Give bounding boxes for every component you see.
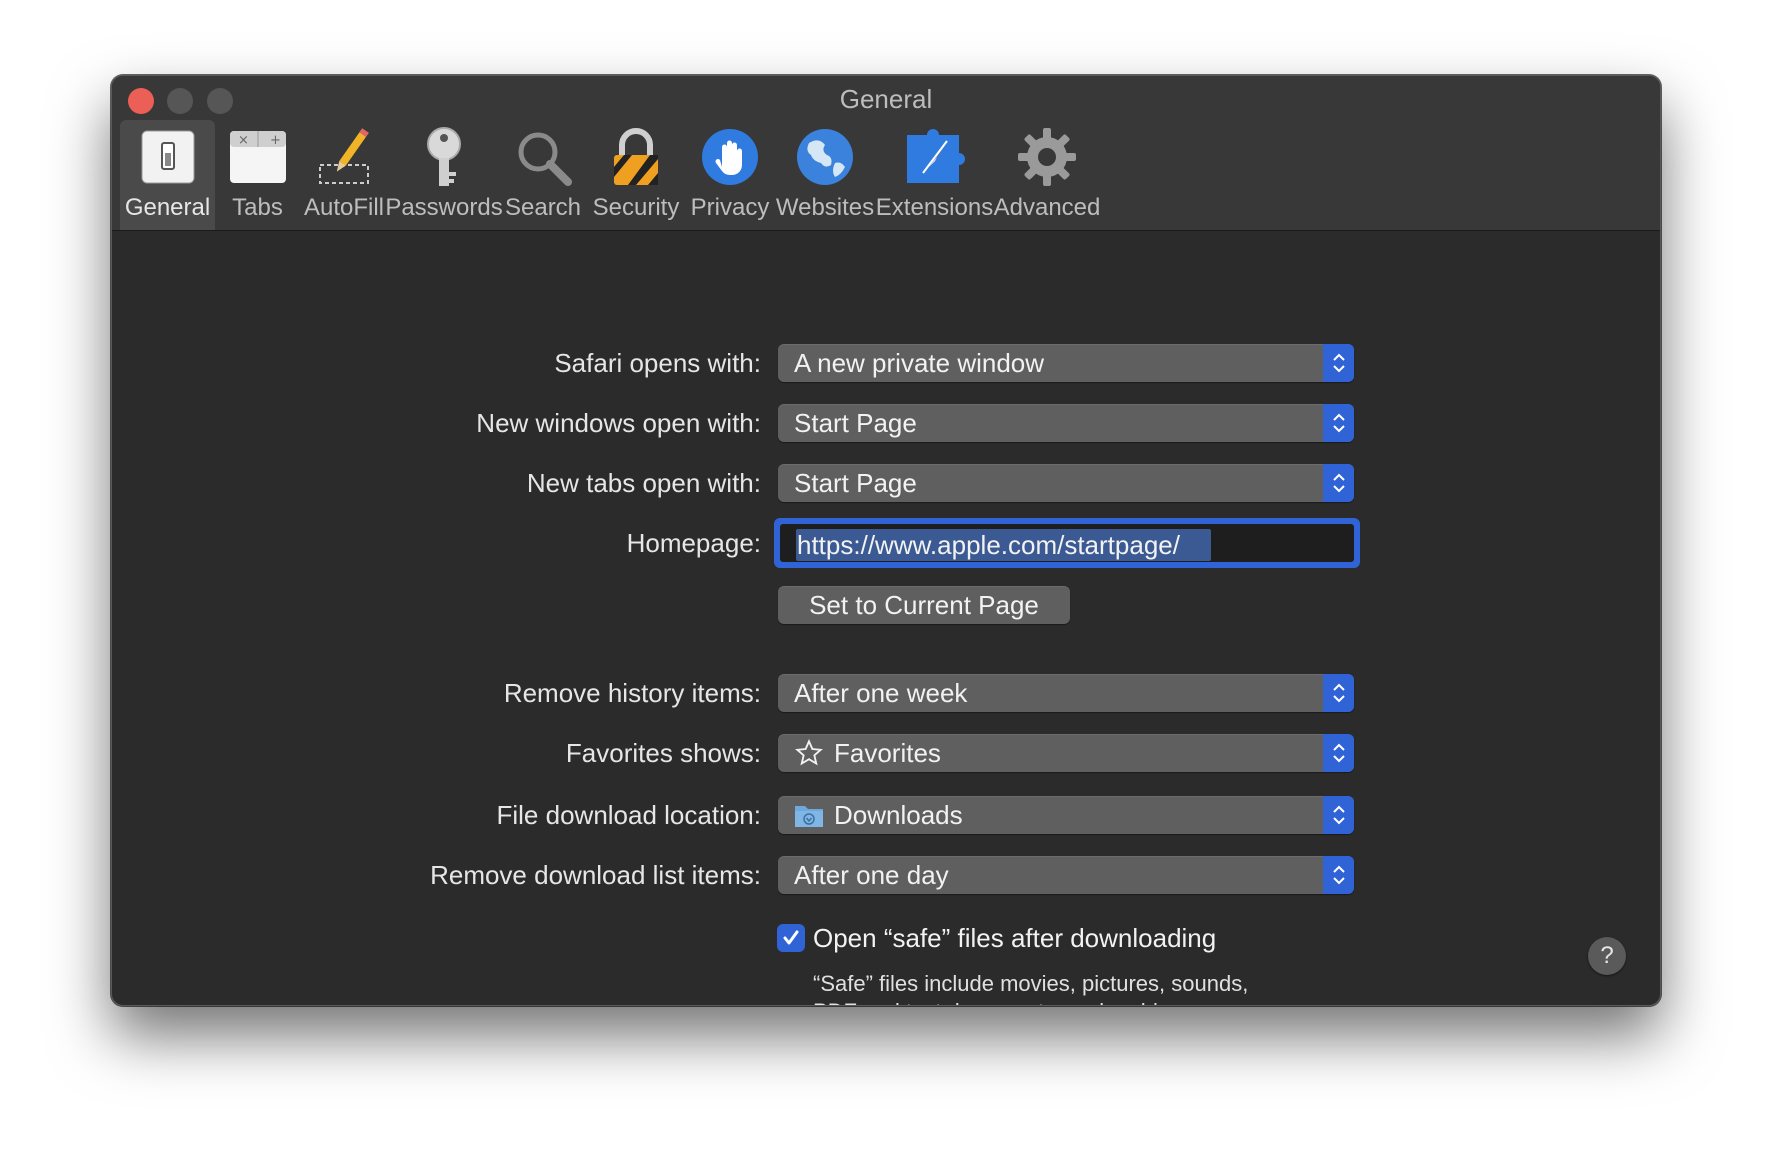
open-safe-label[interactable]: Open “safe” files after downloading	[813, 920, 1216, 956]
tab-privacy-label: Privacy	[690, 194, 770, 221]
chevron-updown-icon	[1323, 674, 1354, 712]
homepage-row: Homepage: https://www.apple.com/startpag…	[112, 518, 1660, 568]
favorites-popup[interactable]: Favorites	[778, 734, 1354, 772]
set-to-current-page-button[interactable]: Set to Current Page	[778, 586, 1070, 624]
chevron-updown-icon	[1323, 734, 1354, 772]
remove-download-label: Remove download list items:	[430, 860, 761, 890]
new-windows-label: New windows open with:	[476, 408, 761, 438]
remove-download-row: Remove download list items: After one da…	[112, 856, 1660, 894]
remove-download-value: After one day	[794, 860, 949, 890]
tab-general-label: General	[124, 194, 211, 221]
download-location-row: File download location: Downloads	[112, 796, 1660, 834]
general-switch-icon	[136, 126, 200, 188]
set-current-row: Set to Current Page	[112, 586, 1660, 624]
hand-icon	[698, 126, 762, 188]
remove-history-popup[interactable]: After one week	[778, 674, 1354, 712]
tab-websites-label: Websites	[775, 194, 875, 221]
svg-text:×: ×	[238, 133, 249, 148]
tab-tabs-label: Tabs	[232, 194, 283, 221]
globe-icon	[793, 126, 857, 188]
tab-security-label: Security	[592, 194, 680, 221]
new-tabs-popup[interactable]: Start Page	[778, 464, 1354, 502]
remove-history-value: After one week	[794, 678, 968, 708]
remove-history-label: Remove history items:	[503, 678, 761, 708]
svg-text:+: +	[270, 133, 281, 148]
homepage-value: https://www.apple.com/startpage/	[797, 530, 1180, 560]
preferences-window: General General × + Tabs AutoFill Passwo…	[111, 75, 1661, 1006]
homepage-label: Homepage:	[626, 528, 761, 558]
padlock-icon	[604, 126, 668, 188]
pencil-icon	[312, 126, 376, 188]
new-windows-popup[interactable]: Start Page	[778, 404, 1354, 442]
download-location-value: Downloads	[834, 800, 963, 830]
favorites-value: Favorites	[834, 738, 941, 768]
chevron-updown-icon	[1323, 856, 1354, 894]
tab-security[interactable]: Security	[586, 120, 686, 230]
safari-opens-row: Safari opens with: A new private window	[112, 344, 1660, 382]
tab-general[interactable]: General	[120, 120, 215, 230]
favorites-row: Favorites shows: Favorites	[112, 734, 1660, 772]
tab-extensions-label: Extensions	[875, 194, 994, 221]
favorites-label: Favorites shows:	[565, 738, 761, 768]
tab-search-label: Search	[504, 194, 582, 221]
chevron-updown-icon	[1323, 464, 1354, 502]
download-location-label: File download location:	[496, 800, 762, 830]
gear-icon	[1015, 126, 1079, 188]
tab-privacy[interactable]: Privacy	[686, 120, 774, 230]
tab-autofill[interactable]: AutoFill	[300, 120, 388, 230]
checkmark-icon	[783, 930, 799, 945]
new-windows-row: New windows open with: Start Page	[112, 404, 1660, 442]
tab-search[interactable]: Search	[500, 120, 586, 230]
tab-advanced[interactable]: Advanced	[993, 120, 1101, 230]
open-safe-row: Open “safe” files after downloading “Saf…	[112, 920, 1660, 1005]
tab-passwords-label: Passwords	[385, 194, 503, 221]
star-icon	[794, 738, 824, 768]
magnifying-glass-icon	[511, 126, 575, 188]
tab-extensions[interactable]: Extensions	[876, 120, 993, 230]
tabs-icon: × +	[226, 126, 290, 188]
tab-websites[interactable]: Websites	[774, 120, 876, 230]
new-tabs-label: New tabs open with:	[526, 468, 761, 498]
chevron-updown-icon	[1323, 796, 1354, 834]
remove-download-popup[interactable]: After one day	[778, 856, 1354, 894]
remove-history-row: Remove history items: After one week	[112, 674, 1660, 712]
safari-opens-value: A new private window	[794, 348, 1045, 378]
safari-opens-label: Safari opens with:	[554, 348, 761, 378]
tab-passwords[interactable]: Passwords	[385, 120, 503, 230]
title-bar: General General × + Tabs AutoFill Passwo…	[112, 76, 1660, 231]
new-tabs-row: New tabs open with: Start Page	[112, 464, 1660, 502]
new-windows-value: Start Page	[794, 408, 917, 438]
safari-opens-popup[interactable]: A new private window	[778, 344, 1354, 382]
preferences-toolbar: General × + Tabs AutoFill Passwords Sear…	[120, 120, 1101, 230]
download-location-popup[interactable]: Downloads	[778, 796, 1354, 834]
general-pane: Safari opens with: A new private window …	[112, 232, 1660, 1005]
key-icon	[412, 126, 476, 188]
chevron-updown-icon	[1323, 404, 1354, 442]
help-button[interactable]: ?	[1588, 937, 1626, 975]
tab-advanced-label: Advanced	[993, 194, 1101, 221]
safe-files-note: “Safe” files include movies, pictures, s…	[813, 971, 1249, 1005]
downloads-folder-icon	[794, 800, 824, 830]
puzzle-compass-icon	[903, 126, 967, 188]
window-title: General	[839, 84, 933, 114]
tab-autofill-label: AutoFill	[303, 194, 385, 221]
tab-tabs[interactable]: × + Tabs	[215, 120, 300, 230]
open-safe-checkbox[interactable]	[777, 924, 805, 952]
homepage-field[interactable]: https://www.apple.com/startpage/	[774, 518, 1360, 568]
new-tabs-value: Start Page	[794, 468, 917, 498]
chevron-updown-icon	[1323, 344, 1354, 382]
